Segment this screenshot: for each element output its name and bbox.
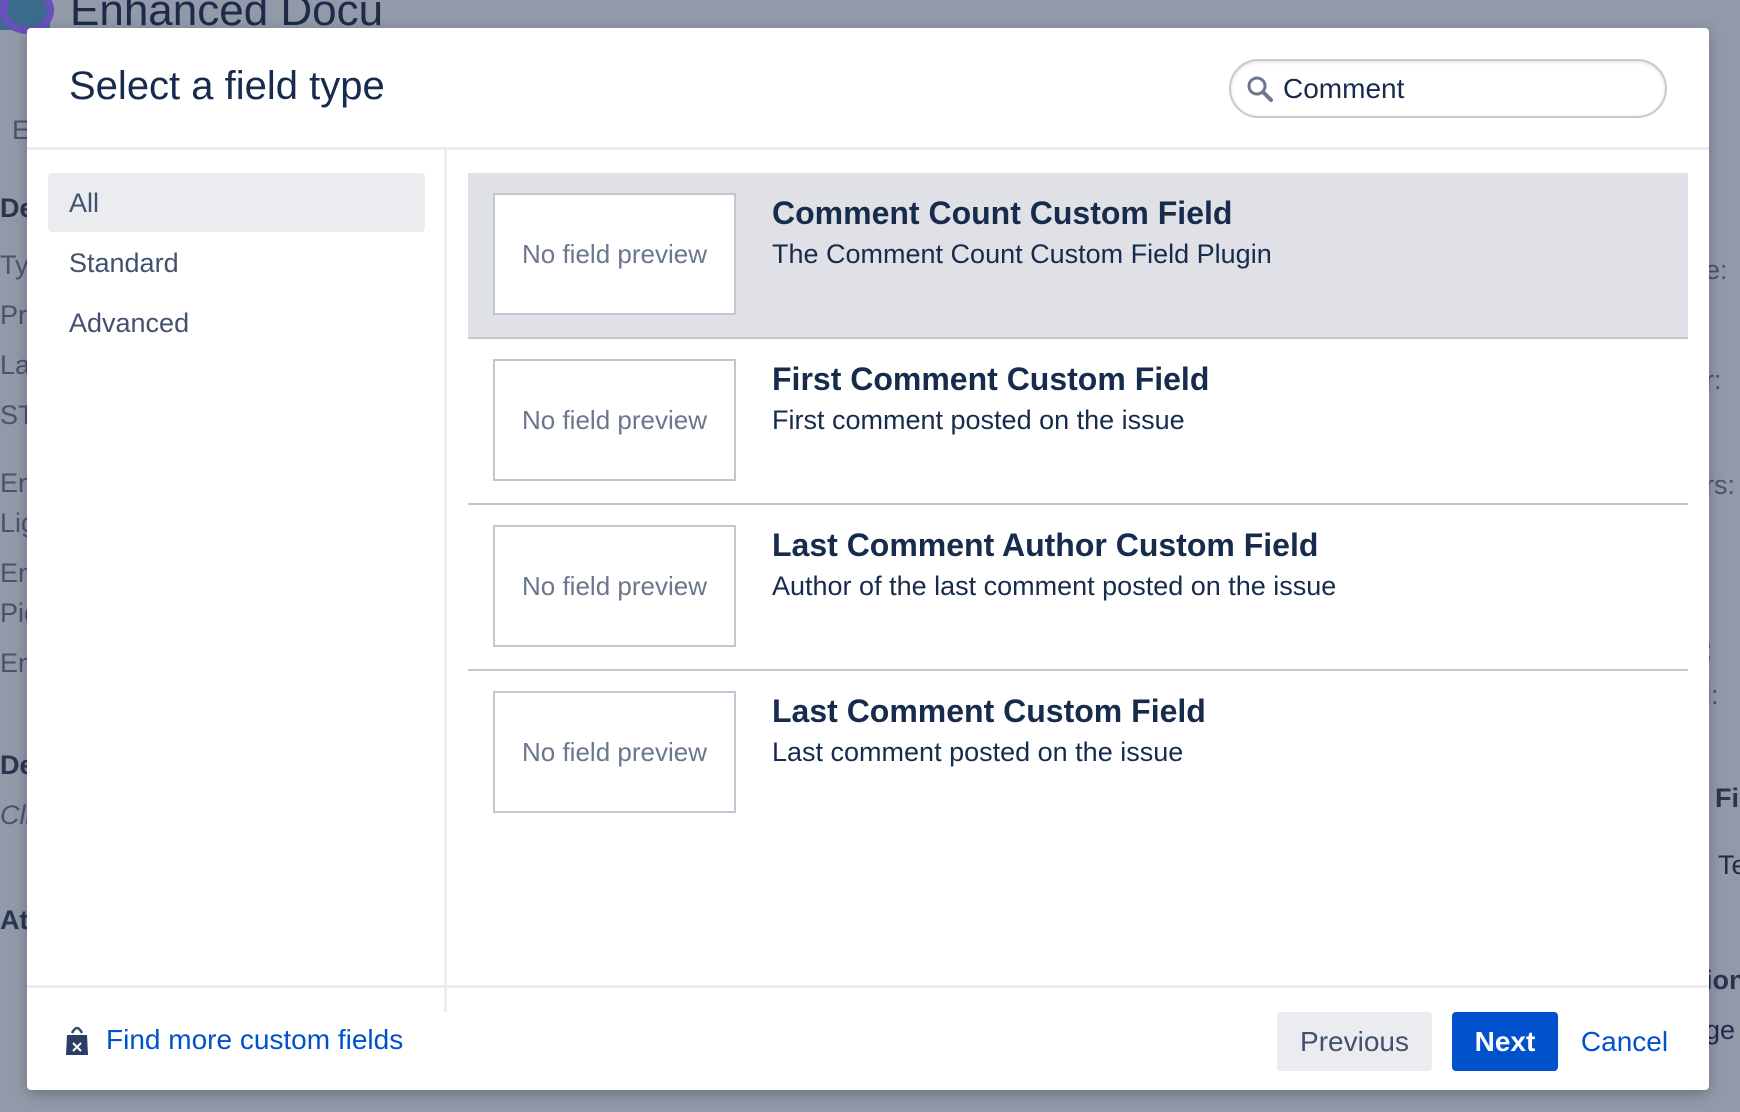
nav-item-all[interactable]: All <box>48 173 425 232</box>
dialog-footer: Find more custom fields Previous Next Ca… <box>27 985 1709 1090</box>
field-title: Last Comment Author Custom Field <box>772 527 1319 563</box>
field-title: Last Comment Custom Field <box>772 693 1206 729</box>
category-nav: All Standard Advanced <box>27 150 447 1012</box>
search-field[interactable] <box>1229 59 1667 118</box>
select-field-type-dialog: Select a field type All Standard Advance… <box>27 28 1709 1090</box>
dialog-header: Select a field type <box>27 28 1709 150</box>
field-preview: No field preview <box>493 691 736 813</box>
background-text: Te <box>1718 850 1740 880</box>
cancel-button[interactable]: Cancel <box>1572 1012 1677 1071</box>
background-text: ion <box>1705 965 1740 995</box>
search-input[interactable] <box>1283 69 1653 109</box>
field-type-list: No field preview Comment Count Custom Fi… <box>468 173 1688 837</box>
background-text: ge <box>1705 1015 1736 1045</box>
background-text: rs: <box>1705 470 1735 500</box>
field-type-row[interactable]: No field preview Last Comment Custom Fie… <box>468 671 1688 837</box>
background-text: Fi <box>1715 783 1739 813</box>
field-description: The Comment Count Custom Field Plugin <box>772 239 1272 269</box>
field-description: Last comment posted on the issue <box>772 737 1184 767</box>
field-title: Comment Count Custom Field <box>772 195 1233 231</box>
find-more-custom-fields-link[interactable]: Find more custom fields <box>106 1024 403 1056</box>
field-description: Author of the last comment posted on the… <box>772 571 1337 601</box>
app-logo <box>0 0 54 34</box>
next-button[interactable]: Next <box>1452 1012 1558 1071</box>
nav-item-advanced[interactable]: Advanced <box>48 293 425 352</box>
field-title: First Comment Custom Field <box>772 361 1210 397</box>
field-description: First comment posted on the issue <box>772 405 1185 435</box>
background-text: La <box>0 350 31 380</box>
field-preview: No field preview <box>493 193 736 315</box>
background-text: Ty <box>0 250 29 280</box>
field-preview: No field preview <box>493 525 736 647</box>
field-type-row[interactable]: No field preview Last Comment Author Cus… <box>468 505 1688 671</box>
search-icon <box>1247 76 1273 102</box>
field-type-row[interactable]: No field preview First Comment Custom Fi… <box>468 339 1688 505</box>
previous-button[interactable]: Previous <box>1277 1012 1432 1071</box>
background-text: At <box>0 905 29 935</box>
dialog-title: Select a field type <box>69 64 385 108</box>
field-type-row[interactable]: No field preview Comment Count Custom Fi… <box>468 173 1688 339</box>
marketplace-bag-icon <box>66 1026 88 1055</box>
nav-item-standard[interactable]: Standard <box>48 233 425 292</box>
field-preview: No field preview <box>493 359 736 481</box>
